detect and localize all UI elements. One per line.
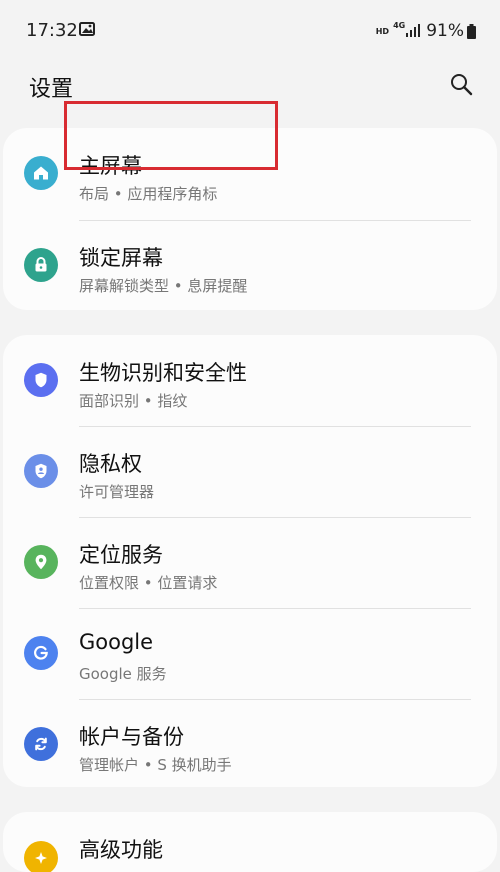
google-icon-circle: [24, 636, 58, 670]
home-screen-title: 主屏幕: [79, 154, 142, 178]
home-screen-subtitle: 布局 • 应用程序角标: [79, 185, 218, 203]
lock-icon: [35, 257, 47, 272]
hd-indicator: HD: [375, 26, 390, 36]
location-icon: [35, 554, 47, 570]
shield-icon-circle: [24, 363, 58, 397]
location-title: 定位服务: [79, 543, 163, 567]
settings-group-display: 主屏幕 布局 • 应用程序角标 锁定屏幕 屏幕解锁类型 • 息屏提醒: [3, 128, 497, 310]
home-icon-circle: [24, 156, 58, 190]
advanced-features-row[interactable]: 高级功能: [3, 812, 497, 872]
accounts-backup-row[interactable]: 帐户与备份 管理帐户 • S 换机助手: [3, 699, 497, 787]
gallery-icon: [79, 22, 95, 36]
settings-group-security: 生物识别和安全性 面部识别 • 指纹 隐私权 许可管理器 定位服务 位置权限 •…: [3, 335, 497, 787]
row-divider: [79, 426, 471, 427]
privacy-row[interactable]: 隐私权 许可管理器: [3, 426, 497, 516]
privacy-title: 隐私权: [79, 452, 142, 476]
lock-icon-circle: [24, 248, 58, 282]
row-divider: [79, 608, 471, 609]
battery-percent: 91%: [426, 21, 464, 41]
advanced-features-title: 高级功能: [79, 838, 163, 862]
sync-icon: [35, 737, 47, 751]
network-type: 4G: [393, 20, 406, 30]
battery-icon: [467, 23, 476, 39]
status-indicators: HD 4G 91%: [376, 20, 476, 42]
privacy-subtitle: 许可管理器: [79, 483, 155, 501]
google-row[interactable]: Google Google 服务: [3, 608, 497, 698]
lock-screen-title: 锁定屏幕: [79, 246, 163, 270]
sync-icon-circle: [24, 727, 58, 761]
location-row[interactable]: 定位服务 位置权限 • 位置请求: [3, 517, 497, 607]
lock-screen-row[interactable]: 锁定屏幕 屏幕解锁类型 • 息屏提醒: [3, 220, 497, 310]
location-icon-circle: [24, 545, 58, 579]
home-icon: [34, 166, 48, 180]
accounts-backup-subtitle: 管理帐户 • S 换机助手: [79, 756, 232, 774]
lock-screen-subtitle: 屏幕解锁类型 • 息屏提醒: [79, 277, 248, 295]
biometrics-security-row[interactable]: 生物识别和安全性 面部识别 • 指纹: [3, 335, 497, 425]
advanced-icon-circle: [24, 841, 58, 872]
row-divider: [79, 699, 471, 700]
signal-icon: [406, 24, 421, 37]
accounts-backup-title: 帐户与备份: [79, 725, 184, 749]
settings-group-advanced: 高级功能: [3, 812, 497, 872]
home-screen-row[interactable]: 主屏幕 布局 • 应用程序角标: [3, 128, 497, 218]
privacy-icon-circle: [24, 454, 58, 488]
search-icon[interactable]: [448, 71, 474, 97]
row-divider: [79, 517, 471, 518]
advanced-icon: [35, 852, 47, 864]
privacy-icon: [35, 463, 47, 479]
biometrics-security-subtitle: 面部识别 • 指纹: [79, 392, 188, 410]
shield-icon: [35, 372, 47, 388]
status-time: 17:32: [26, 20, 78, 41]
google-title: Google: [79, 630, 154, 654]
google-icon: [34, 645, 48, 660]
status-bar: 17:32 HD 4G 91%: [0, 0, 500, 60]
biometrics-security-title: 生物识别和安全性: [79, 361, 247, 385]
google-subtitle: Google 服务: [79, 665, 167, 683]
page-title: 设置: [29, 77, 74, 102]
row-divider: [79, 220, 471, 221]
location-subtitle: 位置权限 • 位置请求: [79, 574, 218, 592]
